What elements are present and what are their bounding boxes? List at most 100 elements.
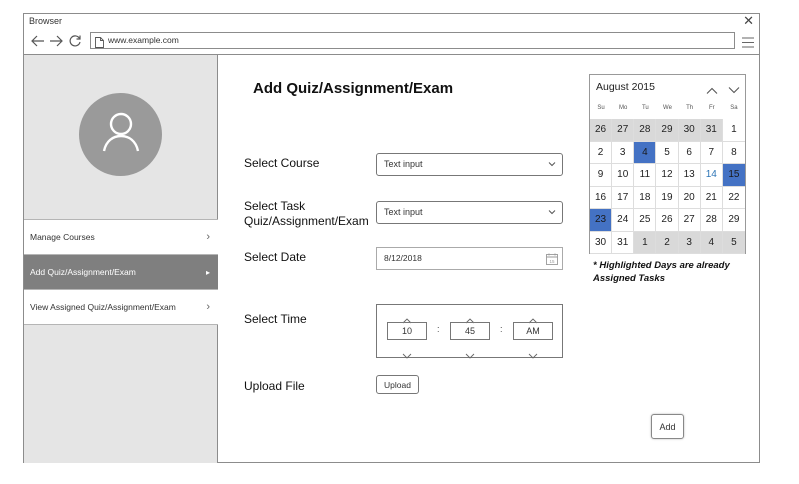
reload-icon[interactable] <box>67 33 83 49</box>
calendar-day-highlighted[interactable]: 23 <box>590 209 613 232</box>
calendar-day[interactable]: 27 <box>612 119 635 142</box>
weekday-label: Su <box>597 105 605 111</box>
calendar-day[interactable]: 19 <box>656 186 679 209</box>
hamburger-menu-icon[interactable] <box>742 35 754 48</box>
task-select-value: Text input <box>384 207 423 217</box>
minute-up-icon[interactable] <box>465 311 475 324</box>
calendar-day[interactable]: 31 <box>700 119 723 142</box>
select-course-label: Select Course <box>244 156 320 170</box>
select-task-label: Select Task Quiz/Assignment/Exam <box>244 199 369 229</box>
calendar: August 2015 Su Mo Tu We Th Fr Sa 26 27 28 29 30 31 1… <box>589 74 746 254</box>
browser-titlebar: Browser ✕ <box>24 14 759 30</box>
calendar-day[interactable]: 12 <box>656 164 679 187</box>
weekday-label: We <box>663 105 672 111</box>
address-bar[interactable]: www.example.com <box>90 32 735 49</box>
calendar-day[interactable]: 24 <box>612 209 635 232</box>
chevron-down-icon[interactable] <box>728 82 740 94</box>
forward-arrow-icon[interactable] <box>48 33 64 49</box>
task-select[interactable]: Text input <box>376 201 563 224</box>
calendar-day[interactable]: 28 <box>634 119 657 142</box>
time-separator: : <box>500 324 503 334</box>
highlight-note-line2: Assigned Tasks <box>593 272 665 284</box>
calendar-day[interactable]: 29 <box>722 209 745 232</box>
calendar-day[interactable]: 18 <box>634 186 657 209</box>
calendar-day[interactable]: 26 <box>656 209 679 232</box>
chevron-right-icon: › <box>206 231 210 243</box>
calendar-day[interactable]: 1 <box>634 231 657 254</box>
weekday-label: Fr <box>708 105 715 111</box>
ampm-down-icon[interactable] <box>528 346 538 359</box>
date-input-value: 8/12/2018 <box>384 253 422 263</box>
calendar-day[interactable]: 13 <box>678 164 701 187</box>
chevron-right-icon: ▸ <box>205 268 210 277</box>
weekday-label: Tu <box>641 105 649 111</box>
user-icon <box>99 110 143 159</box>
sidebar: Manage Courses › Add Quiz/Assignment/Exa… <box>24 55 218 463</box>
calendar-day[interactable]: 5 <box>722 231 745 254</box>
calendar-day[interactable]: 11 <box>634 164 657 187</box>
back-arrow-icon[interactable] <box>30 33 46 49</box>
time-separator: : <box>437 324 440 334</box>
calendar-day[interactable]: 1 <box>722 119 745 142</box>
calendar-header: August 2015 <box>590 75 745 101</box>
calendar-day[interactable]: 20 <box>678 186 701 209</box>
upload-file-label: Upload File <box>244 379 305 393</box>
select-date-label: Select Date <box>244 250 307 264</box>
weekday-label: Mo <box>619 105 628 111</box>
calendar-month: August 2015 <box>596 81 655 93</box>
ampm-up-icon[interactable] <box>528 311 538 324</box>
weekday-label: Sa <box>730 105 738 111</box>
calendar-day-highlighted[interactable]: 15 <box>722 164 745 187</box>
calendar-day[interactable]: 25 <box>634 209 657 232</box>
calendar-day[interactable]: 29 <box>656 119 679 142</box>
hour-field[interactable]: 10 <box>387 322 427 340</box>
close-icon[interactable]: ✕ <box>743 14 754 28</box>
select-task-label-line2: Quiz/Assignment/Exam <box>244 214 369 228</box>
calendar-day[interactable]: 3 <box>612 141 635 164</box>
hour-up-icon[interactable] <box>402 311 412 324</box>
calendar-day[interactable]: 30 <box>678 119 701 142</box>
calendar-day[interactable]: 2 <box>656 231 679 254</box>
calendar-day[interactable]: 7 <box>700 141 723 164</box>
sidebar-item-label: Add Quiz/Assignment/Exam <box>30 267 136 277</box>
calendar-day[interactable]: 8 <box>722 142 745 164</box>
calendar-grid: 26 27 28 29 30 31 1 2 3 4 5 6 7 8 9 10 11 12 13 14 15 16 17 18 1… <box>590 119 745 254</box>
calendar-day[interactable]: 17 <box>612 186 635 209</box>
calendar-day[interactable]: 9 <box>590 164 613 187</box>
date-input[interactable]: 8/12/2018 15 <box>376 247 563 270</box>
calendar-day[interactable]: 30 <box>590 231 613 254</box>
calendar-day[interactable]: 27 <box>678 209 701 232</box>
calendar-day[interactable]: 16 <box>590 186 613 209</box>
minute-field[interactable]: 45 <box>450 322 490 340</box>
calendar-day[interactable]: 31 <box>612 231 635 254</box>
calendar-icon[interactable]: 15 <box>546 253 558 265</box>
chevron-up-icon[interactable] <box>706 82 718 94</box>
minute-down-icon[interactable] <box>465 346 475 359</box>
calendar-day[interactable]: 28 <box>700 209 723 232</box>
calendar-day[interactable]: 21 <box>700 186 723 209</box>
calendar-day[interactable]: 5 <box>656 141 679 164</box>
calendar-day[interactable]: 14 <box>700 164 723 187</box>
select-time-label: Select Time <box>244 312 307 326</box>
course-select[interactable]: Text input <box>376 153 563 176</box>
add-button[interactable]: Add <box>651 414 684 439</box>
upload-button[interactable]: Upload <box>376 375 419 394</box>
calendar-day[interactable]: 6 <box>678 141 701 164</box>
sidebar-item-add-quiz[interactable]: Add Quiz/Assignment/Exam ▸ <box>24 254 218 289</box>
sidebar-item-view-assigned[interactable]: View Assigned Quiz/Assignment/Exam › <box>24 289 218 325</box>
sidebar-item-manage-courses[interactable]: Manage Courses › <box>24 219 218 254</box>
document-icon <box>95 35 104 48</box>
hour-down-icon[interactable] <box>402 346 412 359</box>
weekday-label: Th <box>686 105 694 111</box>
page-title: Add Quiz/Assignment/Exam <box>253 80 454 97</box>
calendar-day[interactable]: 4 <box>700 231 723 254</box>
calendar-day-highlighted[interactable]: 4 <box>634 141 657 164</box>
calendar-day[interactable]: 26 <box>590 119 613 142</box>
chevron-right-icon: › <box>206 301 210 313</box>
calendar-day[interactable]: 22 <box>722 187 745 209</box>
calendar-day[interactable]: 3 <box>678 231 701 254</box>
ampm-field[interactable]: AM <box>513 322 553 340</box>
calendar-day[interactable]: 2 <box>590 141 613 164</box>
sidebar-item-label: View Assigned Quiz/Assignment/Exam <box>30 302 176 312</box>
calendar-day[interactable]: 10 <box>612 164 635 187</box>
